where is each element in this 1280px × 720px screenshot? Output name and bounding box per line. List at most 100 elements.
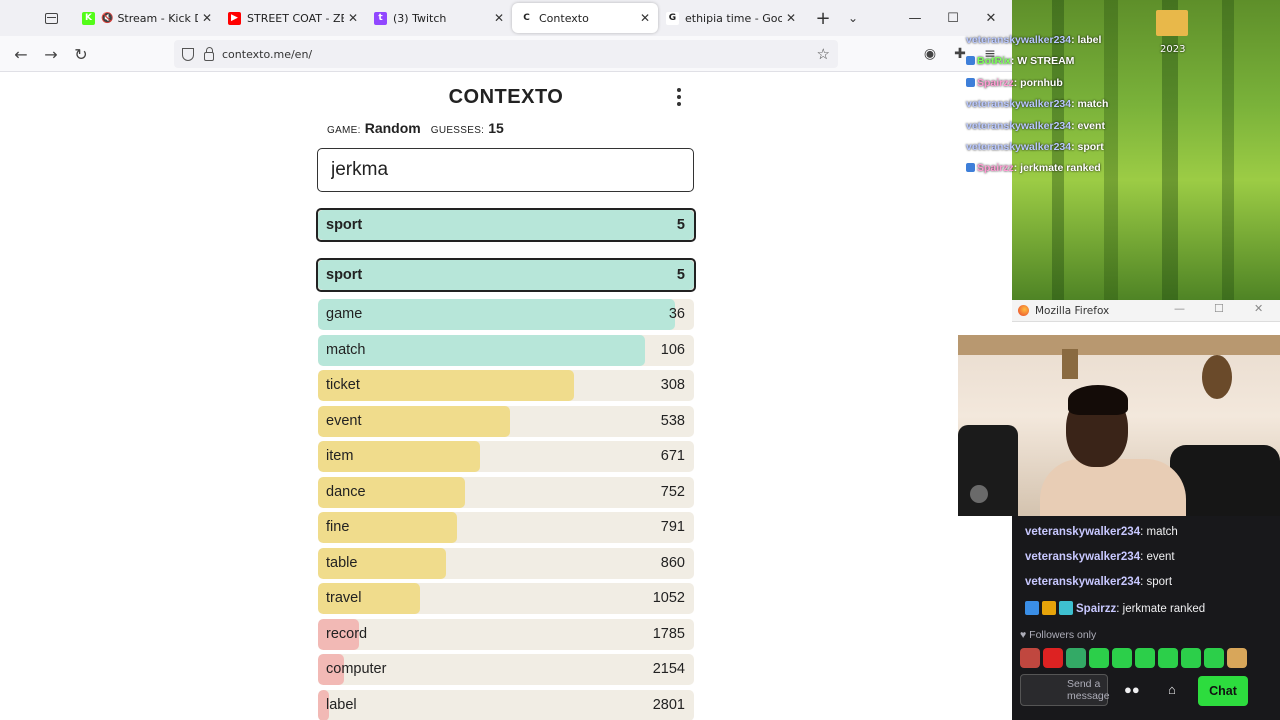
tab-close-icon[interactable]: ✕ — [640, 11, 650, 25]
couch — [958, 425, 1018, 516]
back-button[interactable]: ← — [6, 39, 36, 69]
last-guess-row: sport 5 — [316, 208, 696, 242]
chat-text: : match — [1140, 526, 1178, 538]
overlay-chat-user: Spairzz — [977, 76, 1014, 89]
ff-close-button[interactable]: ✕ — [1254, 302, 1263, 315]
ff-minimize-button[interactable]: — — [1174, 302, 1185, 315]
last-guess-fill — [318, 210, 694, 240]
tab-title: Contexto — [539, 11, 589, 25]
emote-bar — [1020, 648, 1247, 668]
overlay-chat-line: Spairzz: jerkmate ranked — [966, 158, 1166, 179]
minimize-button[interactable]: — — [896, 0, 934, 36]
tab-close-icon[interactable]: ✕ — [348, 11, 358, 25]
overlay-chat-line: veteranskywalker234: event — [966, 116, 1166, 137]
twitch-chat: veteranskywalker234: match veteranskywalk… — [1012, 516, 1280, 720]
overlay-chat-line: veteranskywalker234: sport — [966, 137, 1166, 158]
chat-message: Spairzz: jerkmate ranked — [1025, 601, 1205, 615]
game-label: GAME: — [327, 125, 361, 136]
guess-rank: 1052 — [652, 590, 685, 606]
guess-row: label 2801 — [318, 689, 694, 720]
list-tabs-button[interactable]: ⌄ — [838, 11, 868, 25]
emote[interactable] — [1227, 648, 1247, 668]
chat-text: : jerkmate ranked — [1116, 603, 1206, 615]
more-menu-icon[interactable] — [672, 86, 686, 108]
guess-fill-bar — [318, 260, 694, 290]
emote-picker-icon[interactable]: ●● — [1124, 682, 1140, 697]
chat-username[interactable]: veteranskywalker234 — [1025, 576, 1140, 588]
guess-input[interactable] — [317, 148, 694, 192]
guess-row: sport 5 — [316, 258, 696, 292]
emote[interactable] — [1066, 648, 1086, 668]
chat-text: : event — [1140, 551, 1175, 563]
tab-title: ethipia time - Google — [685, 11, 782, 25]
emote[interactable] — [1089, 648, 1109, 668]
overlay-chat-line: veteranskywalker234: label — [966, 30, 1166, 51]
account-icon[interactable]: ◉ — [916, 36, 944, 72]
chat-username[interactable]: veteranskywalker234 — [1025, 551, 1140, 563]
guess-rank: 5 — [676, 267, 685, 283]
guess-row: table 860 — [318, 547, 694, 579]
tab-mute-icon[interactable]: 🔇 — [101, 13, 113, 24]
tab-0[interactable]: K 🔇 Stream - Kick Dash ✕ — [74, 3, 220, 33]
firefox-window-title: Mozilla Firefox — [1035, 304, 1110, 317]
url-bar[interactable]: contexto.me/en/ ☆ — [174, 40, 838, 68]
lock-icon[interactable] — [204, 46, 214, 61]
emote[interactable] — [1204, 648, 1224, 668]
emote[interactable] — [1158, 648, 1178, 668]
forward-button[interactable]: → — [36, 39, 66, 69]
tab-close-icon[interactable]: ✕ — [202, 11, 212, 25]
store-icon[interactable]: ⌂ — [1168, 682, 1176, 697]
firefox-window-titlebar: Mozilla Firefox — ☐ ✕ — [1012, 300, 1280, 322]
chat-badge-icon[interactable] — [1025, 601, 1039, 615]
tab-title: Stream - Kick Dash — [117, 11, 197, 25]
guesses-count: 15 — [488, 120, 504, 136]
emote[interactable] — [1112, 648, 1132, 668]
chat-text: : sport — [1140, 576, 1173, 588]
ff-maximize-button[interactable]: ☐ — [1214, 302, 1224, 315]
watermark-icon — [970, 485, 988, 503]
chat-username[interactable]: Spairzz — [1076, 603, 1116, 615]
chat-message: veteranskywalker234: event — [1025, 551, 1175, 563]
guess-row: event 538 — [318, 405, 694, 437]
bookmark-star-icon[interactable]: ☆ — [817, 45, 830, 63]
chat-badge-icon[interactable] — [1042, 601, 1056, 615]
chat-message: veteranskywalker234: sport — [1025, 576, 1172, 588]
tab-1[interactable]: ▶ STREET COAT - ZEOTI ✕ — [220, 3, 366, 33]
tab-favicon-icon: C — [520, 11, 533, 25]
guesses-label: GUESSES: — [430, 125, 485, 136]
tab-close-icon[interactable]: ✕ — [786, 11, 796, 25]
guess-word: event — [326, 412, 362, 429]
reload-button[interactable]: ↻ — [66, 39, 96, 69]
tab-3[interactable]: C Contexto ✕ — [512, 3, 658, 33]
guess-row: dance 752 — [318, 476, 694, 508]
url-text[interactable]: contexto.me/en/ — [222, 48, 312, 61]
firefox-view-button[interactable] — [34, 0, 68, 36]
emote[interactable] — [1020, 648, 1040, 668]
emote[interactable] — [1043, 648, 1063, 668]
chat-input[interactable]: Send a message — [1020, 674, 1110, 706]
tab-close-icon[interactable]: ✕ — [494, 11, 504, 25]
emote[interactable] — [1181, 648, 1201, 668]
tab-4[interactable]: Gethipia time - Google ✕ — [658, 3, 804, 33]
streamer-hair — [1068, 385, 1128, 415]
tracking-shield-icon[interactable] — [182, 47, 194, 61]
chat-button[interactable]: Chat — [1198, 676, 1248, 706]
tab-title: (3) Twitch — [393, 11, 447, 25]
tab-favicon-icon: G — [666, 11, 679, 25]
followers-only-notice: ♥ Followers only — [1020, 629, 1097, 641]
new-tab-button[interactable]: + — [808, 8, 838, 29]
guess-fill-bar — [318, 299, 676, 330]
overlay-chat-text: : sport — [1071, 140, 1104, 153]
overlay-chat-user: Spairzz — [977, 162, 1014, 175]
chat-username[interactable]: veteranskywalker234 — [1025, 526, 1140, 538]
guess-rank: 752 — [660, 483, 685, 500]
emote[interactable] — [1135, 648, 1155, 668]
chat-badge-icon[interactable] — [1059, 601, 1073, 615]
couch — [1170, 445, 1280, 516]
tab-2[interactable]: t (3) Twitch ✕ — [366, 3, 512, 33]
contexto-page: CONTEXTO GAME: Random GUESSES: 15 sport … — [0, 72, 1012, 720]
tab-favicon-icon: ▶ — [228, 11, 241, 25]
badge-icon — [966, 56, 975, 66]
streamer-body — [1040, 459, 1186, 516]
chat-overlay: veteranskywalker234: label BotRix: W STRE… — [966, 30, 1166, 180]
